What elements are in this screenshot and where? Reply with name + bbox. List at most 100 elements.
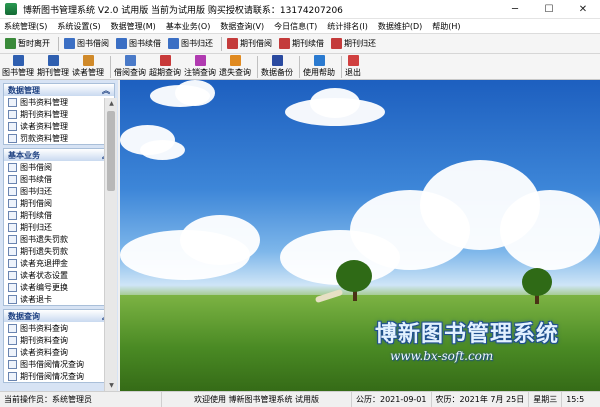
sidebar-item[interactable]: 期刊归还 xyxy=(4,221,114,233)
periodical-return-icon xyxy=(331,38,342,49)
periodical-borrow-button[interactable]: 期刊借阅 xyxy=(225,37,274,50)
exit-door-icon xyxy=(347,55,359,66)
section-header[interactable]: 基本业务 ︽ xyxy=(4,149,114,161)
sidebar-item[interactable]: 读者状态设置 xyxy=(4,269,114,281)
status-bar: 当前操作员：系统管理员 欢迎使用 博新图书管理系统 试用版 公历：2021-09… xyxy=(0,391,600,407)
lost-icon xyxy=(8,234,17,244)
status-welcome: 欢迎使用 博新图书管理系统 试用版 xyxy=(162,392,352,407)
sidebar-item[interactable]: 期刊借阅 xyxy=(4,197,114,209)
status-weekday: 星期三 xyxy=(529,392,563,407)
menu-data-query[interactable]: 数据查询(V) xyxy=(220,21,264,32)
sidebar-item-label: 图书遗失罚款 xyxy=(20,234,68,244)
periodical-renew-button[interactable]: 期刊续借 xyxy=(277,37,326,50)
sidebar-item[interactable]: 图书资料管理 xyxy=(4,96,114,108)
reader-icon xyxy=(8,121,17,131)
periodical-icon xyxy=(8,109,17,119)
periodical-manage-label: 期刊管理 xyxy=(37,68,69,77)
sidebar-item[interactable]: 图书续借 xyxy=(4,173,114,185)
lost-query-button[interactable]: 遗失查询 xyxy=(219,54,251,78)
periodical-icon xyxy=(8,222,17,232)
sidebar-item[interactable]: 读者退卡 xyxy=(4,293,114,305)
status-gregorian-date: 公历：2021-09-01 xyxy=(352,392,432,407)
toolbar-separator xyxy=(221,36,222,51)
sidebar-item-label: 读者资料管理 xyxy=(20,121,68,131)
sidebar-item[interactable]: 期刊续借 xyxy=(4,209,114,221)
sidebar-item-label: 期刊归还 xyxy=(20,222,52,232)
status-operator: 当前操作员：系统管理员 xyxy=(0,392,162,407)
sidebar-item[interactable]: 罚款资料管理 xyxy=(4,132,114,144)
book-return-label: 图书归还 xyxy=(181,39,213,48)
periodical-manage-button[interactable]: 期刊管理 xyxy=(37,54,69,78)
banner-url: www.bx-soft.com xyxy=(390,349,494,363)
book-borrow-button[interactable]: 图书借阅 xyxy=(62,37,111,50)
sidebar-item[interactable]: 图书归还 xyxy=(4,185,114,197)
close-button[interactable]: ✕ xyxy=(566,0,600,19)
sidebar-item-label: 期刊遗失罚款 xyxy=(20,246,68,256)
exit-button[interactable]: 退出 xyxy=(345,54,361,78)
sidebar-item-label: 罚款资料管理 xyxy=(20,133,68,143)
periodical-icon xyxy=(8,198,17,208)
cancel-query-button[interactable]: 注销查询 xyxy=(184,54,216,78)
leave-temporarily-button[interactable]: 暂时离开 xyxy=(3,37,52,50)
section-header[interactable]: 数据查询 ︽ xyxy=(4,310,114,322)
reader-manage-button[interactable]: 读者管理 xyxy=(72,54,104,78)
sidebar-item-label: 图书资料查询 xyxy=(20,323,68,333)
status-time: 15:5 xyxy=(566,395,585,404)
sidebar-scrollbar[interactable]: ▲ ▼ xyxy=(104,98,117,391)
book-icon xyxy=(8,162,17,172)
tree-canopy xyxy=(336,260,372,292)
book-return-button[interactable]: 图书归还 xyxy=(166,37,215,50)
book-manage-button[interactable]: 图书管理 xyxy=(2,54,34,78)
overdue-query-button[interactable]: 超期查询 xyxy=(149,54,181,78)
menu-help[interactable]: 帮助(H) xyxy=(432,21,460,32)
section-header[interactable]: 数据管理 ︽ xyxy=(4,84,114,96)
menu-system-settings[interactable]: 系统设置(S) xyxy=(57,21,100,32)
window-title: 博新图书管理系统 V2.0 试用版 当前为试用版 购买授权请联系：1317420… xyxy=(23,5,343,16)
book-renew-button[interactable]: 图书续借 xyxy=(114,37,163,50)
periodical-manage-icon xyxy=(47,55,59,66)
sidebar-section-data-query: 数据查询 ︽ 图书资料查询 期刊资料查询 读者资料查询 图书借阅情况查询 期刊借… xyxy=(3,309,115,383)
scroll-up-arrow-icon[interactable]: ▲ xyxy=(105,98,118,109)
sidebar-item[interactable]: 图书遗失罚款 xyxy=(4,233,114,245)
book-icon xyxy=(8,186,17,196)
periodical-return-button[interactable]: 期刊归还 xyxy=(329,37,378,50)
sidebar-item[interactable]: 图书借阅 xyxy=(4,161,114,173)
collapse-icon[interactable]: ︽ xyxy=(102,85,110,96)
sidebar-item[interactable]: 读者编号更换 xyxy=(4,281,114,293)
sidebar-item-label: 读者充退押金 xyxy=(20,258,68,268)
borrow-query-button[interactable]: 借阅查询 xyxy=(114,54,146,78)
maximize-button[interactable]: ☐ xyxy=(532,0,566,19)
sidebar-item[interactable]: 期刊遗失罚款 xyxy=(4,245,114,257)
sidebar-item[interactable]: 图书借阅情况查询 xyxy=(4,358,114,370)
section-title: 数据管理 xyxy=(8,85,40,95)
periodical-borrow-query-icon xyxy=(8,371,17,381)
scroll-down-arrow-icon[interactable]: ▼ xyxy=(105,380,118,391)
exit-label: 退出 xyxy=(345,68,361,77)
sidebar-item[interactable]: 图书资料查询 xyxy=(4,322,114,334)
sidebar-item[interactable]: 读者资料管理 xyxy=(4,120,114,132)
sidebar-item[interactable]: 期刊借阅情况查询 xyxy=(4,370,114,382)
overdue-query-icon xyxy=(159,55,171,66)
menu-system-management[interactable]: 系统管理(S) xyxy=(4,21,47,32)
menu-statistics-ranking[interactable]: 统计排名(I) xyxy=(327,21,368,32)
help-button[interactable]: 使用帮助 xyxy=(303,54,335,78)
sidebar-item[interactable]: 读者充退押金 xyxy=(4,257,114,269)
book-return-icon xyxy=(168,38,179,49)
app-logo-icon xyxy=(5,3,17,15)
minimize-button[interactable]: ─ xyxy=(498,0,532,19)
sidebar-item[interactable]: 读者资料查询 xyxy=(4,346,114,358)
sidebar-item[interactable]: 期刊资料管理 xyxy=(4,108,114,120)
menu-data-maintenance[interactable]: 数据维护(D) xyxy=(378,21,422,32)
backup-button[interactable]: 数据备份 xyxy=(261,54,293,78)
toolbar-separator xyxy=(341,56,342,78)
menu-data-management[interactable]: 数据管理(M) xyxy=(111,21,156,32)
sidebar-item-label: 图书续借 xyxy=(20,174,52,184)
sidebar-item-label: 图书借阅情况查询 xyxy=(20,359,84,369)
sidebar-item[interactable]: 期刊资料查询 xyxy=(4,334,114,346)
scroll-thumb[interactable] xyxy=(107,111,115,191)
sidebar-item-label: 期刊资料管理 xyxy=(20,109,68,119)
menu-today-info[interactable]: 今日信息(T) xyxy=(274,21,317,32)
book-borrow-icon xyxy=(64,38,75,49)
reader-manage-label: 读者管理 xyxy=(72,68,104,77)
menu-basic-business[interactable]: 基本业务(O) xyxy=(166,21,211,32)
